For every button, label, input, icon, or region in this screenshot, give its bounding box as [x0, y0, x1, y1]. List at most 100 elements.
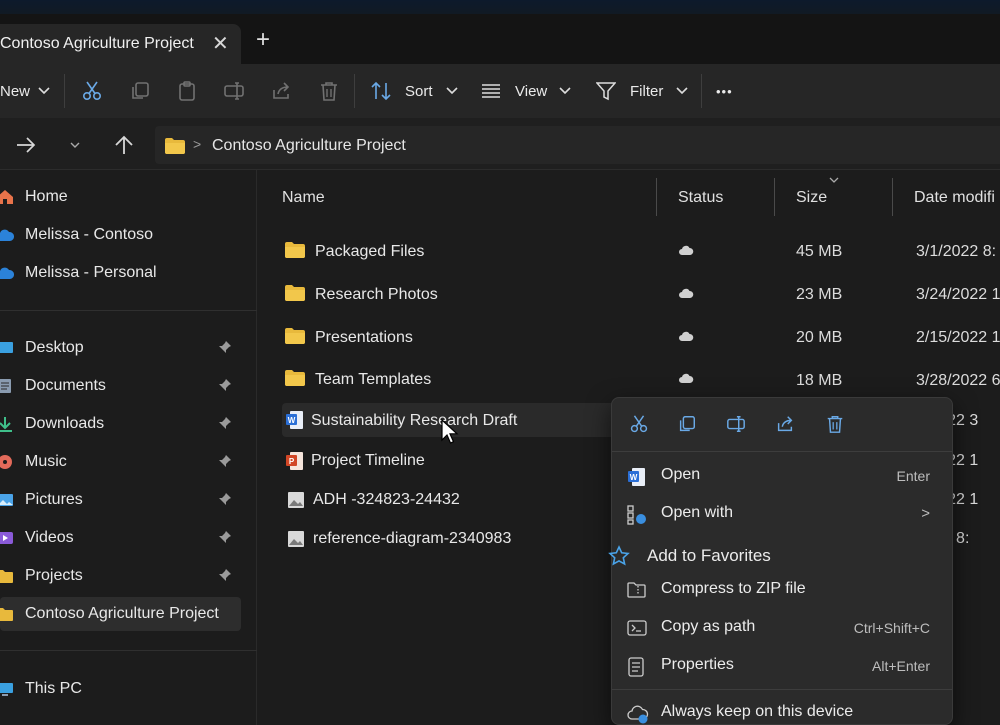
chevron-down-icon [676, 87, 688, 95]
tab-title: Contoso Agriculture Project [0, 35, 194, 52]
tab-contoso-agriculture-project[interactable]: Contoso Agriculture Project ✕ [0, 24, 241, 64]
sidebar-item-downloads[interactable]: Downloads [0, 407, 241, 441]
pin-icon[interactable] [218, 340, 232, 354]
sidebar-item-label: Desktop [25, 339, 84, 356]
share-button[interactable] [270, 64, 292, 118]
view-button[interactable]: View [481, 64, 571, 118]
folder-icon [285, 370, 305, 386]
sidebar-item-melissa-contoso[interactable]: Melissa - Contoso [0, 218, 241, 252]
pin-icon[interactable] [218, 530, 232, 544]
sidebar-item-label: Melissa - Personal [25, 264, 157, 281]
rename-button[interactable] [223, 64, 245, 118]
pin-icon[interactable] [218, 454, 232, 468]
file-date: 3/28/2022 6 [916, 372, 1000, 389]
cut-button[interactable] [81, 64, 103, 118]
copy-icon[interactable] [677, 414, 697, 434]
rename-icon[interactable] [725, 414, 747, 434]
file-name[interactable]: ADH -324823-24432 [313, 491, 460, 509]
more-options-button[interactable]: ••• [716, 64, 733, 118]
sidebar-divider [0, 310, 257, 311]
menu-item-add-to-favorites[interactable]: Add to Favorites [606, 544, 906, 572]
sidebar-item-projects[interactable]: Projects [0, 559, 241, 593]
sidebar-item-music[interactable]: Music [0, 445, 241, 479]
new-button[interactable]: New [0, 64, 52, 118]
column-divider[interactable] [774, 178, 775, 216]
close-tab-icon[interactable]: ✕ [212, 31, 229, 56]
sidebar-item-pictures[interactable]: Pictures [0, 483, 241, 517]
sidebar-item-videos[interactable]: Videos [0, 521, 241, 555]
sidebar-item-melissa-personal[interactable]: Melissa - Personal [0, 256, 241, 290]
sidebar-item-contoso-agriculture-project[interactable]: Contoso Agriculture Project [0, 597, 241, 631]
sidebar-item-home[interactable]: Home [0, 180, 241, 214]
menu-item-shortcut: Ctrl+Shift+C [853, 620, 930, 636]
sidebar-item-desktop[interactable]: Desktop [0, 331, 241, 365]
file-name[interactable]: Team Templates [315, 371, 431, 389]
column-divider[interactable] [892, 178, 893, 216]
paste-button[interactable] [176, 64, 198, 118]
pin-icon[interactable] [218, 492, 232, 506]
share-icon [273, 82, 290, 99]
folder-icon [285, 285, 305, 301]
column-header-size[interactable]: Size [796, 189, 827, 207]
mouse-cursor-icon [441, 419, 459, 444]
desktop-edge [0, 0, 1000, 14]
forward-arrow-icon[interactable] [16, 137, 36, 153]
cut-scissors-icon[interactable] [629, 414, 649, 434]
menu-item-label: Compress to ZIP file [661, 580, 806, 597]
pin-icon[interactable] [218, 416, 232, 430]
chevron-down-icon [559, 87, 571, 95]
sort-button[interactable]: Sort [370, 64, 458, 118]
menu-item-copy-as-path[interactable]: Copy as path Ctrl+Shift+C [612, 610, 952, 646]
menu-item-shortcut: Enter [896, 468, 930, 484]
copy-button[interactable] [129, 64, 151, 118]
context-menu-quick-actions [612, 398, 952, 450]
share-icon[interactable] [775, 414, 795, 434]
menu-item-open-with[interactable]: Open with > [612, 496, 952, 532]
file-size: 45 MB [796, 243, 843, 260]
file-date: 3/1/2022 8: [916, 243, 997, 260]
column-divider[interactable] [656, 178, 657, 216]
pictures-icon [0, 494, 13, 506]
svg-text:P: P [289, 457, 295, 466]
delete-button[interactable] [318, 64, 340, 118]
menu-item-open[interactable]: W Open Enter [612, 458, 952, 494]
menu-item-always-keep-on-device[interactable]: Always keep on this device [612, 695, 952, 725]
up-arrow-icon[interactable] [114, 135, 134, 155]
image-file-icon [288, 492, 304, 508]
column-header-status[interactable]: Status [678, 189, 723, 207]
image-file-icon [288, 531, 304, 547]
new-tab-button[interactable]: + [256, 28, 270, 52]
powerpoint-icon: P [286, 452, 303, 470]
sidebar-item-label: Melissa - Contoso [25, 226, 154, 243]
file-name[interactable]: Project Timeline [311, 452, 425, 470]
recent-locations-chevron-icon[interactable] [70, 142, 80, 149]
menu-item-label: Always keep on this device [661, 703, 854, 720]
context-menu-divider [612, 451, 952, 452]
menu-item-label: Add to Favorites [647, 546, 771, 565]
music-icon [0, 455, 12, 469]
column-header-date-modified[interactable]: Date modifi [914, 189, 995, 207]
sidebar-item-documents[interactable]: Documents [0, 369, 241, 403]
file-name[interactable]: Presentations [315, 329, 413, 347]
videos-icon [0, 532, 13, 544]
cloud-status-icon [679, 331, 694, 341]
svg-text:W: W [288, 416, 296, 425]
file-name[interactable]: reference-diagram-2340983 [313, 530, 511, 548]
file-name[interactable]: Sustainability Research Draft [311, 412, 517, 430]
column-header-name[interactable]: Name [282, 189, 325, 207]
file-name[interactable]: Research Photos [315, 286, 438, 304]
copy-path-icon [627, 620, 647, 636]
breadcrumb[interactable]: Contoso Agriculture Project [212, 137, 406, 155]
address-field[interactable]: > Contoso Agriculture Project [155, 126, 1000, 164]
command-bar: New Sort View Filter ••• [0, 64, 1000, 118]
pin-icon[interactable] [218, 378, 232, 392]
filter-button[interactable]: Filter [596, 64, 688, 118]
menu-item-compress-to-zip[interactable]: Compress to ZIP file [612, 572, 952, 608]
sidebar-item-this-pc[interactable]: This PC [0, 672, 241, 706]
pin-icon[interactable] [218, 568, 232, 582]
word-document-icon: W [628, 468, 645, 486]
menu-item-properties[interactable]: Properties Alt+Enter [612, 648, 952, 684]
file-name[interactable]: Packaged Files [315, 243, 424, 261]
scissors-icon [82, 81, 102, 101]
delete-trash-icon[interactable] [825, 414, 845, 434]
